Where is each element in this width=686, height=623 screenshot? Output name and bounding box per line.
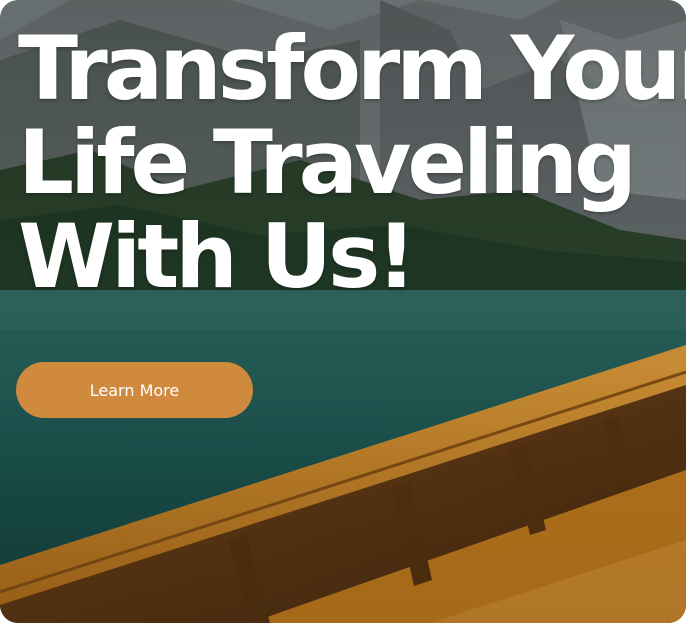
headline-line-2: Life Traveling (18, 111, 637, 214)
hero-headline: Transform Your Life Traveling With Us! (18, 17, 686, 308)
headline-line-1: Transform Your (18, 17, 686, 120)
headline-line-3: With Us! (18, 205, 417, 308)
learn-more-button[interactable]: Learn More (16, 362, 253, 418)
hero-section: Transform Your Life Traveling With Us! L… (0, 0, 686, 623)
